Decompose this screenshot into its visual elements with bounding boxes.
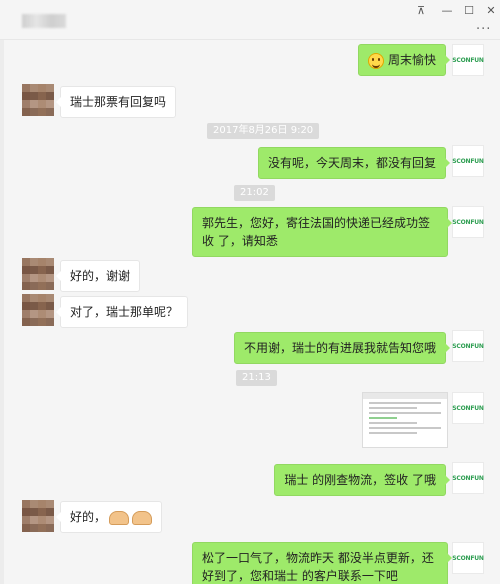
more-menu-icon[interactable]: ··· <box>476 22 491 37</box>
thumbnail-line <box>369 422 417 424</box>
message-text: 周末愉快 <box>387 53 436 67</box>
message-bubble-outgoing[interactable]: 松了一口气了，物流昨天 都没半点更新，还好到了，您和瑞士 的客户联系一下吧 <box>192 542 452 584</box>
clap-emoji-icon <box>109 510 130 525</box>
message-bubble-incoming[interactable]: 对了，瑞士那单呢？ <box>55 296 189 328</box>
sconfun-logo: SCONFUN <box>452 554 484 562</box>
message-text: 瑞士 的刚查物流，签收 了哦 <box>284 473 436 487</box>
timestamp: 21:13 <box>236 370 277 386</box>
sconfun-logo: SCONFUN <box>452 342 484 350</box>
timestamp: 2017年8月26日 9:20 <box>207 123 320 139</box>
clap-emoji-icon <box>132 510 153 525</box>
message-text: 郭先生，您好，寄往法国的快递已经成功签收 了，请知悉 <box>202 216 431 248</box>
message-text: 松了一口气了，物流昨天 都没半点更新，还好到了，您和瑞士 的客户联系一下吧 <box>202 551 434 583</box>
user-avatar[interactable] <box>22 294 54 326</box>
contact-avatar[interactable]: SCONFUN <box>452 330 484 362</box>
message-text: 不用谢，瑞士的有进展我就告知您哦 <box>243 341 436 355</box>
message-bubble-outgoing[interactable]: 郭先生，您好，寄往法国的快递已经成功签收 了，请知悉 <box>192 207 452 257</box>
thumbnail-line <box>369 412 441 414</box>
thumbnail-line <box>369 432 417 434</box>
sidebar-edge <box>0 40 4 584</box>
sconfun-logo: SCONFUN <box>452 56 484 64</box>
sconfun-logo: SCONFUN <box>452 157 484 165</box>
message-bubble-outgoing[interactable]: 周末愉快 <box>357 44 451 76</box>
thumbnail-line <box>369 417 397 419</box>
message-text: 瑞士那票有回复吗 <box>70 95 167 109</box>
sconfun-logo: SCONFUN <box>452 474 484 482</box>
contact-avatar[interactable]: SCONFUN <box>452 145 484 177</box>
message-text: 没有呢，今天周末，都没有回复 <box>267 156 436 170</box>
thumbnail-line <box>369 427 441 429</box>
title-bar: ⊼ — ☐ ✕ ··· <box>0 0 500 40</box>
chat-title-blurred <box>22 14 66 28</box>
contact-avatar[interactable]: SCONFUN <box>452 392 484 424</box>
message-bubble-outgoing[interactable]: 没有呢，今天周末，都没有回复 <box>257 147 451 179</box>
message-bubble-outgoing[interactable]: 瑞士 的刚查物流，签收 了哦 <box>274 464 450 496</box>
message-bubble-incoming[interactable]: 好的， <box>55 501 163 533</box>
user-avatar[interactable] <box>22 258 54 290</box>
message-bubble-incoming[interactable]: 好的，谢谢 <box>55 260 141 292</box>
minimize-button[interactable]: — <box>436 2 458 18</box>
image-message-thumbnail[interactable] <box>362 392 448 448</box>
message-bubble-incoming[interactable]: 瑞士那票有回复吗 <box>55 86 177 118</box>
thumbnail-header <box>363 393 447 399</box>
message-text: 好的， <box>70 510 107 524</box>
pin-icon[interactable]: ⊼ <box>410 2 432 18</box>
contact-avatar[interactable]: SCONFUN <box>452 44 484 76</box>
user-avatar[interactable] <box>22 500 54 532</box>
timestamp: 21:02 <box>234 185 275 201</box>
contact-avatar[interactable]: SCONFUN <box>452 206 484 238</box>
contact-avatar[interactable]: SCONFUN <box>452 462 484 494</box>
maximize-button[interactable]: ☐ <box>458 2 480 18</box>
smile-emoji-icon <box>367 52 384 69</box>
sconfun-logo: SCONFUN <box>452 218 484 226</box>
thumbnail-line <box>369 407 417 409</box>
sconfun-logo: SCONFUN <box>452 404 484 412</box>
close-button[interactable]: ✕ <box>480 2 500 18</box>
contact-avatar[interactable]: SCONFUN <box>452 542 484 574</box>
user-avatar[interactable] <box>22 84 54 116</box>
thumbnail-line <box>369 402 441 404</box>
message-text: 好的，谢谢 <box>70 269 131 283</box>
message-bubble-outgoing[interactable]: 不用谢，瑞士的有进展我就告知您哦 <box>233 332 451 364</box>
message-text: 对了，瑞士那单呢？ <box>70 305 179 319</box>
